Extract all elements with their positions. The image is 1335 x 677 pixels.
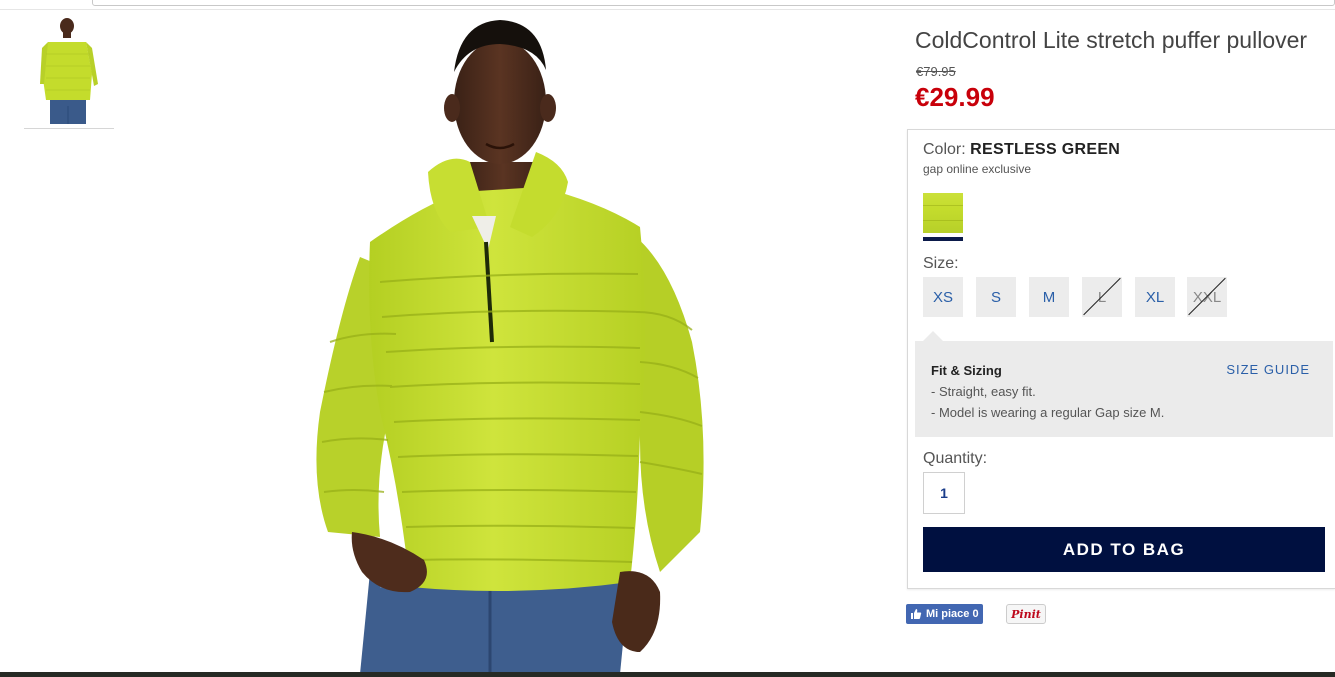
- color-value: RESTLESS GREEN: [970, 141, 1121, 158]
- size-option-m[interactable]: M: [1029, 277, 1069, 317]
- quantity-label: Quantity:: [923, 450, 988, 467]
- page-bottom-edge: [0, 672, 1335, 677]
- header-divider: [0, 9, 1335, 10]
- facebook-like-button[interactable]: Mi piace 0: [906, 604, 983, 624]
- size-guide-link[interactable]: SIZE GUIDE: [1226, 362, 1310, 377]
- fit-item: - Straight, easy fit.: [931, 384, 1036, 399]
- fit-item: - Model is wearing a regular Gap size M.: [931, 405, 1165, 420]
- size-option-xs[interactable]: XS: [923, 277, 963, 317]
- fit-sizing-title: Fit & Sizing: [931, 363, 1002, 378]
- sale-price: €29.99: [915, 82, 995, 112]
- color-label: Color:: [923, 141, 966, 158]
- selected-swatch-indicator: [923, 237, 963, 241]
- product-thumbnail[interactable]: [24, 12, 114, 129]
- thumbnail-image: [34, 14, 104, 124]
- pinterest-pin-button[interactable]: Pinit: [1006, 604, 1046, 624]
- size-option-xl[interactable]: XL: [1135, 277, 1175, 317]
- like-count-label: Mi piace 0: [926, 608, 979, 620]
- exclusive-note: gap online exclusive: [923, 162, 1032, 176]
- add-to-bag-button[interactable]: ADD TO BAG: [923, 527, 1325, 572]
- size-option-l-unavailable[interactable]: L: [1082, 277, 1122, 317]
- fit-sizing-box: Fit & Sizing SIZE GUIDE - Straight, easy…: [915, 331, 1333, 437]
- search-bar-edge: [92, 0, 1335, 6]
- color-swatch-restless-green[interactable]: [923, 193, 963, 233]
- size-option-s[interactable]: S: [976, 277, 1016, 317]
- size-label: Size:: [923, 255, 959, 272]
- quantity-input[interactable]: [923, 472, 965, 514]
- product-title: ColdControl Lite stretch puffer pullover: [915, 27, 1308, 53]
- size-option-xxl-unavailable[interactable]: XXL: [1187, 277, 1227, 317]
- product-main-image: [316, 20, 704, 674]
- thumbs-up-icon: [911, 609, 922, 619]
- original-price: €79.95: [916, 64, 956, 79]
- color-selection-label: Color: RESTLESS GREEN: [923, 141, 1120, 159]
